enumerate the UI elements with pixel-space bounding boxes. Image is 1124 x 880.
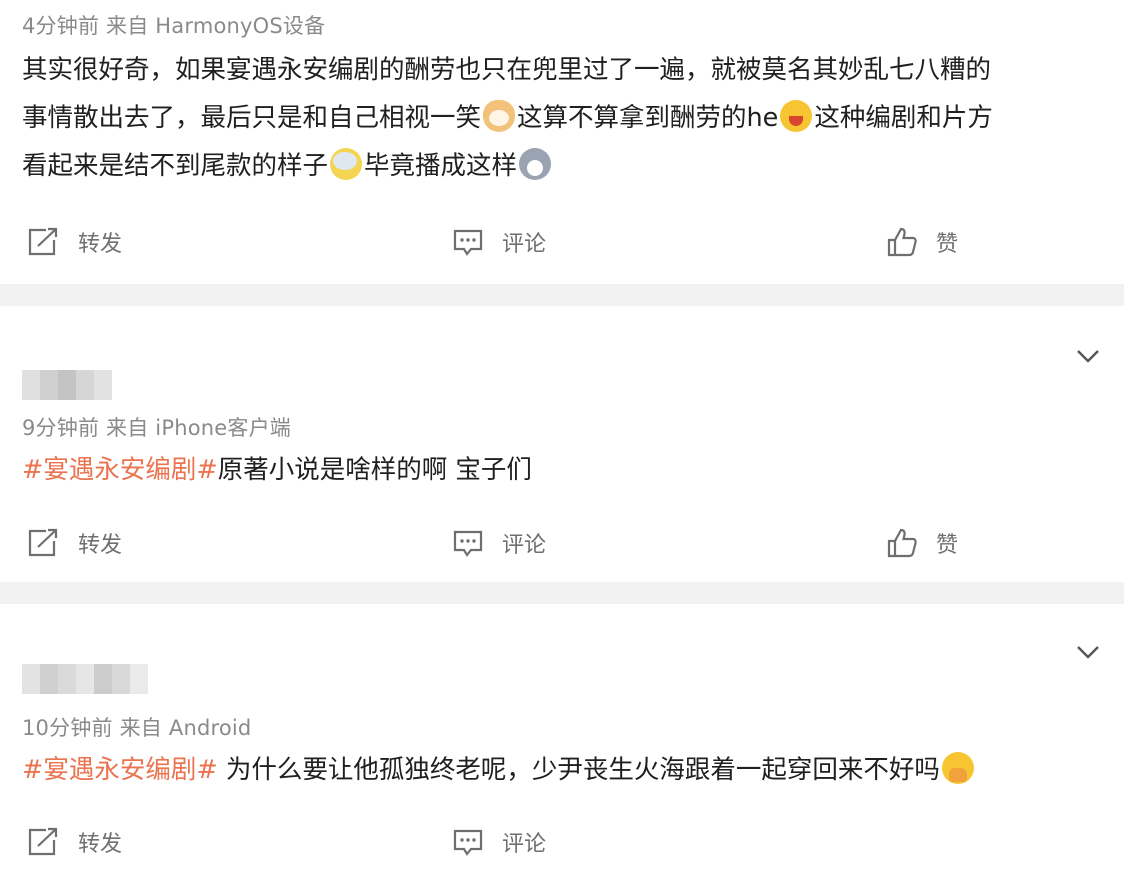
comment-label: 评论 — [502, 533, 547, 558]
like-label: 赞 — [936, 232, 959, 257]
repost-label: 转发 — [78, 232, 123, 257]
repost-button[interactable]: 转发 — [26, 523, 122, 563]
sweat-emoji — [330, 148, 363, 180]
comment-label: 评论 — [502, 232, 547, 257]
post-separator — [0, 284, 1124, 306]
thumbs-up-icon — [887, 227, 917, 257]
post-text-segment: 毕竟播成这样 — [364, 151, 518, 181]
repost-label: 转发 — [78, 832, 123, 857]
like-button[interactable]: 赞 — [886, 523, 958, 563]
chevron-down-icon[interactable] — [1074, 342, 1102, 370]
comment-label: 评论 — [502, 832, 547, 857]
post-text-segment: 这种编剧和片方 — [814, 103, 993, 133]
repost-label: 转发 — [78, 533, 123, 558]
post-text-segment: 这算不算拿到酬劳的he — [517, 103, 779, 133]
blurred-username — [22, 370, 112, 400]
repost-icon — [28, 827, 58, 856]
action-bar: 转发 评论 赞 — [0, 523, 1124, 563]
husky-emoji — [519, 148, 552, 180]
post-text-segment: 为什么要让他孤独终老呢，少尹丧生火海跟着一起穿回来不好吗 — [217, 755, 940, 785]
comment-button[interactable]: 评论 — [452, 822, 546, 862]
like-button[interactable]: 赞 — [886, 222, 958, 262]
comment-icon — [453, 530, 483, 557]
thumbs-up-icon — [887, 528, 917, 558]
repost-icon — [28, 528, 58, 557]
laugh-emoji — [780, 100, 813, 132]
post-meta: 4分钟前 来自 HarmonyOS设备 — [22, 14, 326, 38]
post-card-3: 10分钟前 来自 Android #宴遇永安编剧# 为什么要让他孤独终老呢，少尹… — [0, 604, 1124, 880]
post-text-segment: 看起来是结不到尾款的样子 — [22, 151, 329, 181]
topic-hashtag-link[interactable]: #宴遇永安编剧# — [22, 755, 218, 785]
repost-button[interactable]: 转发 — [26, 222, 122, 262]
comment-icon — [453, 829, 483, 856]
blurred-username — [22, 664, 148, 694]
action-bar: 转发 评论 赞 — [0, 222, 1124, 262]
comment-button[interactable]: 评论 — [452, 523, 546, 563]
post-separator — [0, 582, 1124, 604]
post-meta: 9分钟前 来自 iPhone客户端 — [22, 416, 291, 440]
post-text: #宴遇永安编剧#原著小说是啥样的啊 宝子们 — [22, 446, 1107, 494]
action-bar: 转发 评论 — [0, 822, 1124, 862]
post-text-line: 其实很好奇，如果宴遇永安编剧的酬劳也只在兜里过了一遍，就被莫名其妙乱七八糟的 — [22, 55, 992, 85]
post-card-1: 4分钟前 来自 HarmonyOS设备 其实很好奇，如果宴遇永安编剧的酬劳也只在… — [0, 0, 1124, 286]
post-meta: 10分钟前 来自 Android — [22, 716, 252, 740]
post-text-segment: 原著小说是啥样的啊 宝子们 — [217, 455, 532, 485]
post-text-segment: 事情散出去了，最后只是和自己相视一笑 — [22, 103, 482, 133]
post-text: 其实很好奇，如果宴遇永安编剧的酬劳也只在兜里过了一遍，就被莫名其妙乱七八糟的 事… — [22, 46, 1107, 190]
repost-icon — [28, 227, 58, 256]
comment-button[interactable]: 评论 — [452, 222, 546, 262]
comment-icon — [453, 229, 483, 256]
post-text: #宴遇永安编剧# 为什么要让他孤独终老呢，少尹丧生火海跟着一起穿回来不好吗 — [22, 746, 1107, 794]
dog-emoji — [483, 100, 516, 132]
pray-emoji — [941, 752, 974, 784]
post-card-2: 9分钟前 来自 iPhone客户端 #宴遇永安编剧#原著小说是啥样的啊 宝子们 … — [0, 306, 1124, 582]
repost-button[interactable]: 转发 — [26, 822, 122, 862]
like-label: 赞 — [936, 533, 959, 558]
chevron-down-icon[interactable] — [1074, 638, 1102, 666]
topic-hashtag-link[interactable]: #宴遇永安编剧# — [22, 455, 218, 485]
